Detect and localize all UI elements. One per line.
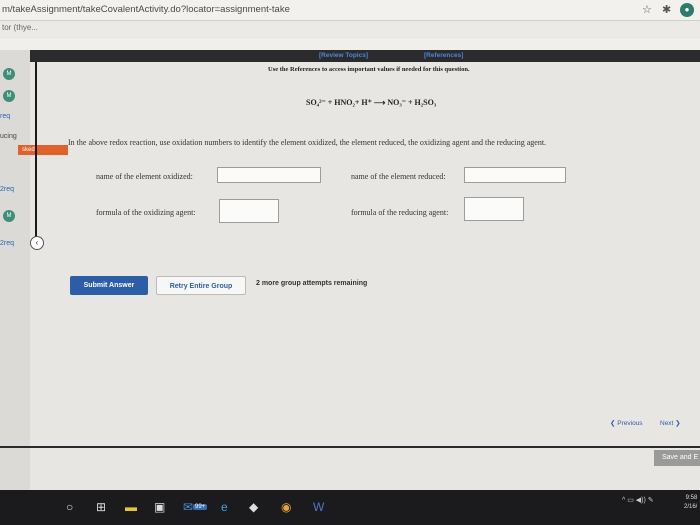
footer-dark-band [0, 446, 700, 448]
sidebar-item-icon[interactable]: M [3, 210, 15, 222]
next-button[interactable]: Next ❯ [660, 419, 681, 427]
assignment-sidebar: M M req ucing 2req M 2req [0, 50, 30, 490]
element-reduced-input[interactable] [464, 167, 566, 183]
edge-icon[interactable]: e [221, 500, 228, 514]
os-taskbar: ○ ⊞ ▬ ▣ ✉ e ◆ ◉ W [0, 490, 700, 525]
sidebar-item-icon[interactable]: M [3, 90, 15, 102]
next-label: Next [660, 420, 674, 427]
clock-date: 2/16/ [684, 504, 698, 510]
question-prompt: In the above redox reaction, use oxidati… [68, 138, 547, 147]
extension-icon[interactable]: ✱ [662, 3, 671, 16]
previous-button[interactable]: ❮ Previous [610, 419, 643, 427]
oxidizing-agent-input[interactable] [219, 199, 279, 223]
task-view-icon[interactable]: ⊞ [96, 500, 106, 514]
clock-time: 9:58 [685, 495, 698, 501]
reducing-agent-input[interactable] [464, 197, 524, 221]
sidebar-item-icon[interactable]: M [3, 68, 15, 80]
clock[interactable]: 9:58 2/16/ [684, 494, 697, 512]
url-text[interactable]: m/takeAssignment/takeCovalentActivity.do… [2, 4, 290, 15]
bookmark-star-icon[interactable]: ☆ [642, 3, 652, 16]
submit-answer-button[interactable]: Submit Answer [70, 276, 148, 295]
sidebar-divider [35, 62, 37, 242]
mail-icon[interactable]: ✉ [183, 500, 193, 514]
address-bar[interactable]: m/takeAssignment/takeCovalentActivity.do… [0, 0, 700, 21]
redox-equation: SO₄²⁻ + HNO₂+ H⁺ ⟶ NO₃⁻ + H₂SO₃ [306, 98, 437, 107]
sidebar-orange-tab[interactable]: sked [18, 145, 68, 155]
bookmark-item[interactable]: tor (thye... [2, 23, 38, 32]
sidebar-item-2req[interactable]: 2req [0, 186, 14, 193]
element-oxidized-input[interactable] [217, 167, 321, 183]
previous-label: Previous [617, 420, 643, 427]
review-topics-link[interactable]: [Review Topics] [319, 52, 368, 59]
chevron-left-icon[interactable]: ‹ [30, 236, 44, 250]
store-icon[interactable]: ▣ [154, 500, 165, 514]
element-oxidized-label: name of the element oxidized: [96, 172, 193, 181]
retry-group-button[interactable]: Retry Entire Group [156, 276, 246, 295]
page-top-band [0, 38, 700, 50]
oxidizing-agent-label: formula of the oxidizing agent: [96, 208, 196, 217]
mail-badge: 99+ [193, 504, 208, 510]
system-tray[interactable]: ^ ▭ ◀)) ✎ [622, 496, 654, 504]
file-explorer-icon[interactable]: ▬ [125, 500, 137, 514]
references-instruction: Use the References to access important v… [268, 66, 470, 73]
browser-window: m/takeAssignment/takeCovalentActivity.do… [0, 0, 700, 490]
app-icon[interactable]: ◆ [249, 500, 258, 514]
sidebar-item-2req-second[interactable]: 2req [0, 240, 14, 247]
word-icon[interactable]: W [313, 500, 324, 514]
reducing-agent-label: formula of the reducing agent: [351, 208, 449, 217]
bookmark-bar: tor (thye... [0, 21, 700, 37]
save-and-exit-button[interactable]: Save and E [654, 450, 700, 466]
references-link[interactable]: [References] [424, 52, 463, 59]
chrome-icon[interactable]: ◉ [281, 500, 291, 514]
sidebar-item-req[interactable]: req [0, 113, 10, 120]
search-circle-icon[interactable]: ○ [66, 500, 73, 514]
sidebar-item-ucing[interactable]: ucing [0, 133, 17, 140]
profile-avatar[interactable]: ● [680, 3, 694, 17]
element-reduced-label: name of the element reduced: [351, 172, 446, 181]
attempts-remaining: 2 more group attempts remaining [256, 280, 368, 287]
